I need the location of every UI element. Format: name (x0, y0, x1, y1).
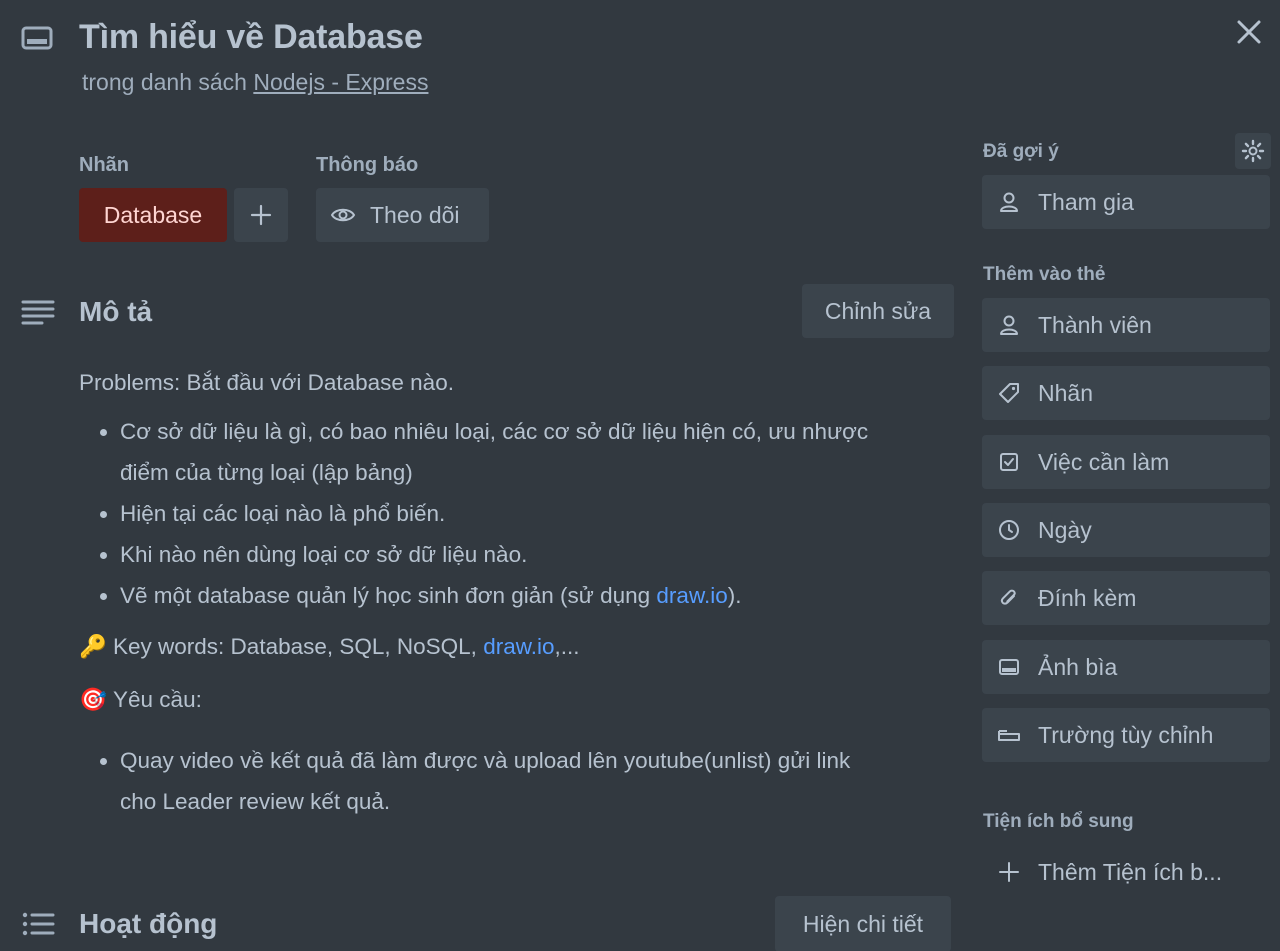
description-heading: Mô tả (79, 296, 153, 327)
checklist-icon (996, 449, 1022, 475)
list-item: Cơ sở dữ liệu là gì, có bao nhiêu loại, … (120, 411, 939, 493)
sidebar-item-dates[interactable]: Ngày (982, 503, 1270, 557)
problems-text: Problems: Bắt đầu với Database nào. (79, 370, 454, 395)
clock-icon (996, 517, 1022, 543)
sidebar-item-labels[interactable]: Nhãn (982, 366, 1270, 420)
sidebar-item-custom-fields[interactable]: Trường tùy chỉnh (982, 708, 1270, 762)
suggested-heading: Đã gợi ý (983, 141, 1059, 162)
list-prefix: trong danh sách (82, 69, 247, 95)
problems-list: Cơ sở dữ liệu là gì, có bao nhiêu loại, … (79, 411, 939, 616)
join-button[interactable]: Tham gia (982, 175, 1270, 229)
plus-icon (996, 859, 1022, 885)
requirements-list: Quay video về kết quả đã làm được và upl… (79, 740, 939, 822)
drawio-keyword-link[interactable]: draw.io (483, 634, 554, 659)
list-item: Vẽ một database quản lý học sinh đơn giả… (120, 575, 939, 616)
description-content[interactable]: Problems: Bắt đầu với Database nào. Cơ s… (79, 362, 939, 828)
card-title[interactable]: Tìm hiểu về Database (79, 18, 423, 57)
close-icon (1237, 20, 1261, 44)
sidebar-item-cover[interactable]: Ảnh bìa (982, 640, 1270, 694)
gear-icon (1241, 139, 1265, 163)
sidebar-item-attachment[interactable]: Đính kèm (982, 571, 1270, 625)
sidebar-item-label: Trường tùy chỉnh (1038, 721, 1214, 748)
sidebar-item-members[interactable]: Thành viên (982, 298, 1270, 352)
powerups-heading: Tiện ích bổ sung (983, 811, 1134, 832)
person-icon (996, 312, 1022, 338)
cover-icon (996, 654, 1022, 680)
card-list-info: trong danh sách Nodejs - Express (82, 69, 428, 96)
add-to-card-heading: Thêm vào thẻ (983, 264, 1106, 285)
notifications-heading: Thông báo (316, 154, 419, 176)
person-icon (996, 189, 1022, 215)
target-icon: 🎯 (79, 687, 108, 712)
add-label-button[interactable] (234, 188, 288, 242)
sidebar-item-label: Việc cần làm (1038, 448, 1170, 475)
sidebar-item-label: Đính kèm (1038, 584, 1137, 611)
watch-label: Theo dõi (370, 201, 460, 228)
activity-heading: Hoạt động (79, 908, 218, 939)
requirements-heading: 🎯 Yêu cầu: (79, 679, 939, 720)
sidebar-item-label: Thành viên (1038, 311, 1152, 338)
list-item: Hiện tại các loại nào là phổ biến. (120, 493, 939, 534)
paperclip-icon (996, 585, 1022, 611)
list-item: Quay video về kết quả đã làm được và upl… (120, 740, 939, 822)
activity-icon (20, 908, 56, 940)
settings-button[interactable] (1235, 133, 1271, 169)
edit-description-button[interactable]: Chỉnh sửa (802, 284, 954, 338)
show-details-button[interactable]: Hiện chi tiết (775, 896, 951, 951)
list-item: Khi nào nên dùng loại cơ sở dữ liệu nào. (120, 534, 939, 575)
custom-field-icon (996, 722, 1022, 748)
label-chip-database[interactable]: Database (79, 188, 227, 242)
description-icon (20, 296, 56, 328)
eye-icon (330, 205, 356, 225)
sidebar-item-label: Ảnh bìa (1038, 653, 1118, 680)
add-powerup-label: Thêm Tiện ích b... (1038, 858, 1223, 885)
watch-button[interactable]: Theo dõi (316, 188, 489, 242)
sidebar-item-label: Nhãn (1038, 379, 1093, 406)
sidebar-item-checklist[interactable]: Việc cần làm (982, 435, 1270, 489)
tag-icon (996, 380, 1022, 406)
keywords-line: 🔑 Key words: Database, SQL, NoSQL, draw.… (79, 626, 939, 667)
card-icon (20, 22, 56, 54)
key-icon: 🔑 (79, 634, 108, 659)
add-powerup-button[interactable]: Thêm Tiện ích b... (982, 845, 1270, 899)
sidebar-item-label: Ngày (1038, 516, 1092, 543)
join-label: Tham gia (1038, 188, 1134, 215)
labels-heading: Nhãn (79, 154, 129, 176)
drawio-link[interactable]: draw.io (656, 583, 727, 608)
plus-icon (250, 204, 272, 226)
list-link[interactable]: Nodejs - Express (253, 69, 428, 95)
close-button[interactable] (1228, 12, 1270, 52)
